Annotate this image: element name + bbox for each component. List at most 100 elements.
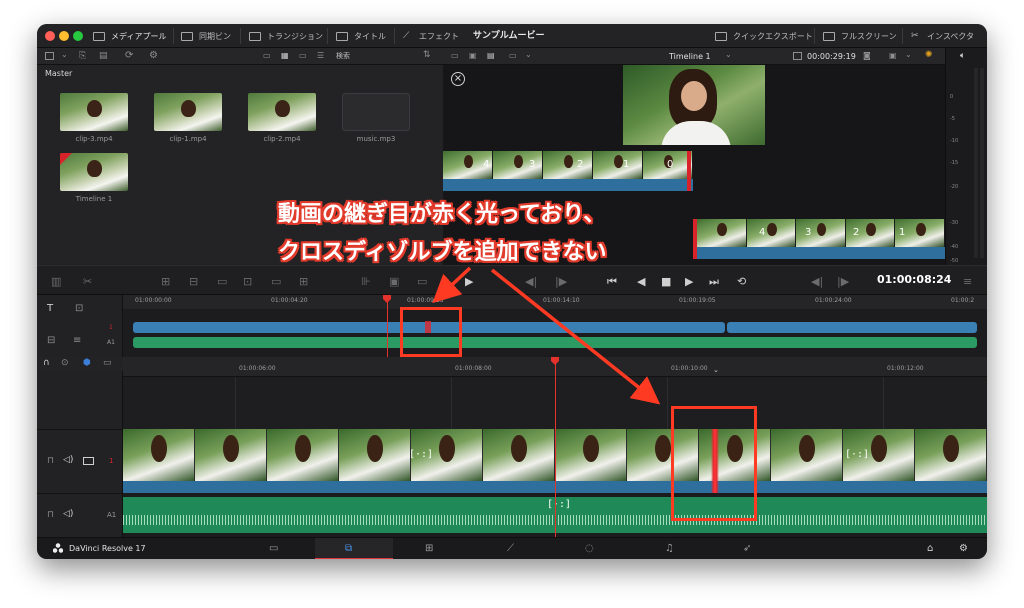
inspector-toggle[interactable]: ✂ インスペクタ — [911, 24, 974, 48]
track-enable-icon[interactable] — [83, 457, 94, 465]
clip-item[interactable]: clip-2.mp4 — [245, 93, 319, 143]
jump-to-end-icon[interactable]: ⏭ — [709, 275, 719, 289]
dual-viewer-icon[interactable]: ▤ — [487, 51, 495, 60]
minimize-window-button[interactable] — [59, 31, 69, 41]
zoom-window-button[interactable] — [73, 31, 83, 41]
lock-icon[interactable]: ⊓ — [47, 510, 54, 520]
timeline-item[interactable]: Timeline 1 — [57, 153, 131, 203]
next-frame-icon[interactable]: |▶ — [837, 275, 849, 288]
edit-point-glyph[interactable]: [·:] — [547, 499, 571, 510]
chevron-down-icon[interactable]: ⌄ — [713, 366, 719, 374]
color-page-icon[interactable]: ◌ — [585, 543, 594, 554]
close-up-icon[interactable]: ⊡ — [243, 275, 252, 288]
titles-toggle[interactable]: タイトル — [336, 24, 386, 48]
viewer-layout-icon[interactable]: ▭ — [451, 51, 459, 60]
play-icon[interactable]: ▶ — [465, 275, 473, 288]
smart-insert-icon[interactable]: ⊞ — [161, 275, 170, 288]
linked-selection-icon[interactable]: ⊙ — [61, 358, 69, 368]
play-forward-icon[interactable]: ▶ — [685, 275, 693, 288]
image-icon[interactable]: ▣ — [389, 275, 399, 288]
snapping-icon[interactable]: ≡ — [73, 335, 81, 346]
gear-icon[interactable]: ⚙ — [959, 543, 968, 554]
timeline-playhead[interactable] — [555, 363, 556, 537]
new-bin-icon[interactable]: ▤ — [99, 51, 108, 61]
color-wheel-icon[interactable]: ✺ — [925, 50, 933, 60]
edit-point-glyph[interactable]: [·:] — [845, 449, 869, 460]
playhead-timecode[interactable]: 01:00:08:24 — [877, 273, 951, 286]
media-pool-toggle[interactable]: メディアプール — [93, 24, 166, 48]
effects-toggle[interactable]: ⟋ エフェクト — [403, 24, 459, 48]
clip-item[interactable]: clip-3.mp4 — [57, 93, 131, 143]
clip-name: clip-3.mp4 — [75, 135, 113, 143]
ruler-label: 01:00:04:20 — [271, 297, 308, 304]
timeline-view-icon[interactable]: ▥ — [51, 275, 61, 288]
home-icon[interactable]: ⌂ — [927, 543, 933, 554]
mini-playhead[interactable] — [387, 300, 388, 357]
source-timecode[interactable]: 00:00:29:19 — [807, 48, 856, 65]
viewer-size-icon[interactable]: ▭ — [509, 51, 517, 60]
speaker-icon[interactable]: ◁) — [63, 455, 73, 465]
append-icon[interactable]: ⊟ — [189, 275, 198, 288]
source-overwrite-icon[interactable]: ⊞ — [299, 275, 308, 288]
camera-icon[interactable]: ◙ — [863, 51, 871, 60]
magnet-icon[interactable]: ∩ — [43, 358, 50, 368]
bin-list-icon[interactable] — [45, 52, 54, 60]
mini-audio-clip[interactable] — [133, 337, 977, 348]
prev-frame-icon[interactable]: ◀| — [811, 275, 823, 288]
settings-icon[interactable]: ⚙ — [149, 50, 158, 61]
clip-item[interactable]: music.mp3 — [339, 93, 413, 143]
fusion-page-icon[interactable]: ⟋ — [507, 543, 514, 554]
transitions-toggle[interactable]: トランジション — [249, 24, 323, 48]
chevron-down-icon[interactable]: ⌄ — [61, 50, 68, 59]
reverse-play-icon[interactable]: ◀ — [637, 275, 645, 288]
lock-icon[interactable]: ⊓ — [47, 456, 54, 466]
menu-icon[interactable]: ≡ — [963, 275, 972, 288]
sync-bin-toggle[interactable]: 同期ビン — [181, 24, 231, 48]
razor-icon[interactable]: ✂ — [83, 275, 92, 288]
fullscreen-button[interactable]: フルスクリーン — [823, 24, 897, 48]
stop-icon[interactable]: ■ — [661, 275, 671, 288]
loop-icon[interactable]: ⟲ — [737, 275, 746, 288]
chevron-down-icon[interactable]: ⌄ — [525, 50, 532, 59]
speaker-icon[interactable]: ◁) — [63, 509, 73, 519]
edit-page-icon[interactable]: ⊞ — [425, 543, 433, 554]
previous-edit-icon[interactable]: ◀| — [525, 275, 537, 288]
viewer-timeline-name[interactable]: Timeline 1 — [669, 48, 711, 65]
metadata-view-icon[interactable]: ▭ — [263, 51, 271, 60]
filmstrip-view-icon[interactable]: ▭ — [299, 51, 307, 60]
speaker-icon[interactable]: 🔈︎ — [960, 51, 965, 61]
thumbnail-view-icon[interactable]: ▦ — [281, 51, 289, 60]
import-media-icon[interactable]: ⎘ — [79, 51, 86, 61]
ripple-overwrite-icon[interactable]: ▭ — [217, 275, 227, 288]
clip-item[interactable]: clip-1.mp4 — [151, 93, 225, 143]
next-edit-icon[interactable]: |▶ — [555, 275, 567, 288]
jump-to-start-icon[interactable]: ⏮ — [607, 275, 617, 289]
fairlight-page-icon[interactable]: ♫ — [665, 543, 674, 554]
place-on-top-icon[interactable]: ▭ — [271, 275, 281, 288]
track-height-icon[interactable]: T — [47, 303, 53, 314]
quick-export-button[interactable]: クイックエクスポート — [715, 24, 813, 48]
cut-page-icon[interactable]: ⧉ — [345, 543, 352, 554]
media-page-icon[interactable]: ▭ — [269, 543, 278, 554]
mini-timeline-tracks[interactable] — [123, 309, 987, 357]
sort-icon[interactable]: ⇅ — [423, 50, 431, 60]
deliver-page-icon[interactable]: ➶ — [743, 543, 751, 554]
mini-video-clip[interactable] — [727, 322, 977, 333]
split-clip-icon[interactable]: ⊪ — [361, 275, 371, 288]
chevron-down-icon[interactable]: ⌄ — [905, 50, 912, 59]
audio-levels-icon[interactable]: ⊟ — [47, 335, 55, 346]
close-icon[interactable]: × — [451, 72, 465, 86]
close-window-button[interactable] — [45, 31, 55, 41]
marker-icon[interactable]: ▭ — [103, 358, 112, 368]
sync-icon[interactable]: ⟳ — [125, 50, 133, 61]
search-button[interactable]: 検索 — [336, 51, 350, 61]
transform-icon[interactable]: ▣ — [889, 51, 897, 60]
edit-point-glyph[interactable]: [·:] — [409, 449, 433, 460]
list-view-icon[interactable]: ☰ — [317, 51, 324, 60]
mini-timeline-ruler[interactable]: 01:00:00:00 01:00:04:20 01:00:09:15 01:0… — [123, 295, 987, 309]
zoom-fit-icon[interactable]: ⊡ — [75, 303, 83, 314]
viewer-mode-icon[interactable]: ▣ — [469, 51, 477, 60]
audio-clip-icon[interactable]: ▭ — [417, 275, 427, 288]
chevron-down-icon[interactable]: ⌄ — [725, 50, 732, 59]
flag-icon[interactable]: ⬢ — [83, 358, 91, 368]
